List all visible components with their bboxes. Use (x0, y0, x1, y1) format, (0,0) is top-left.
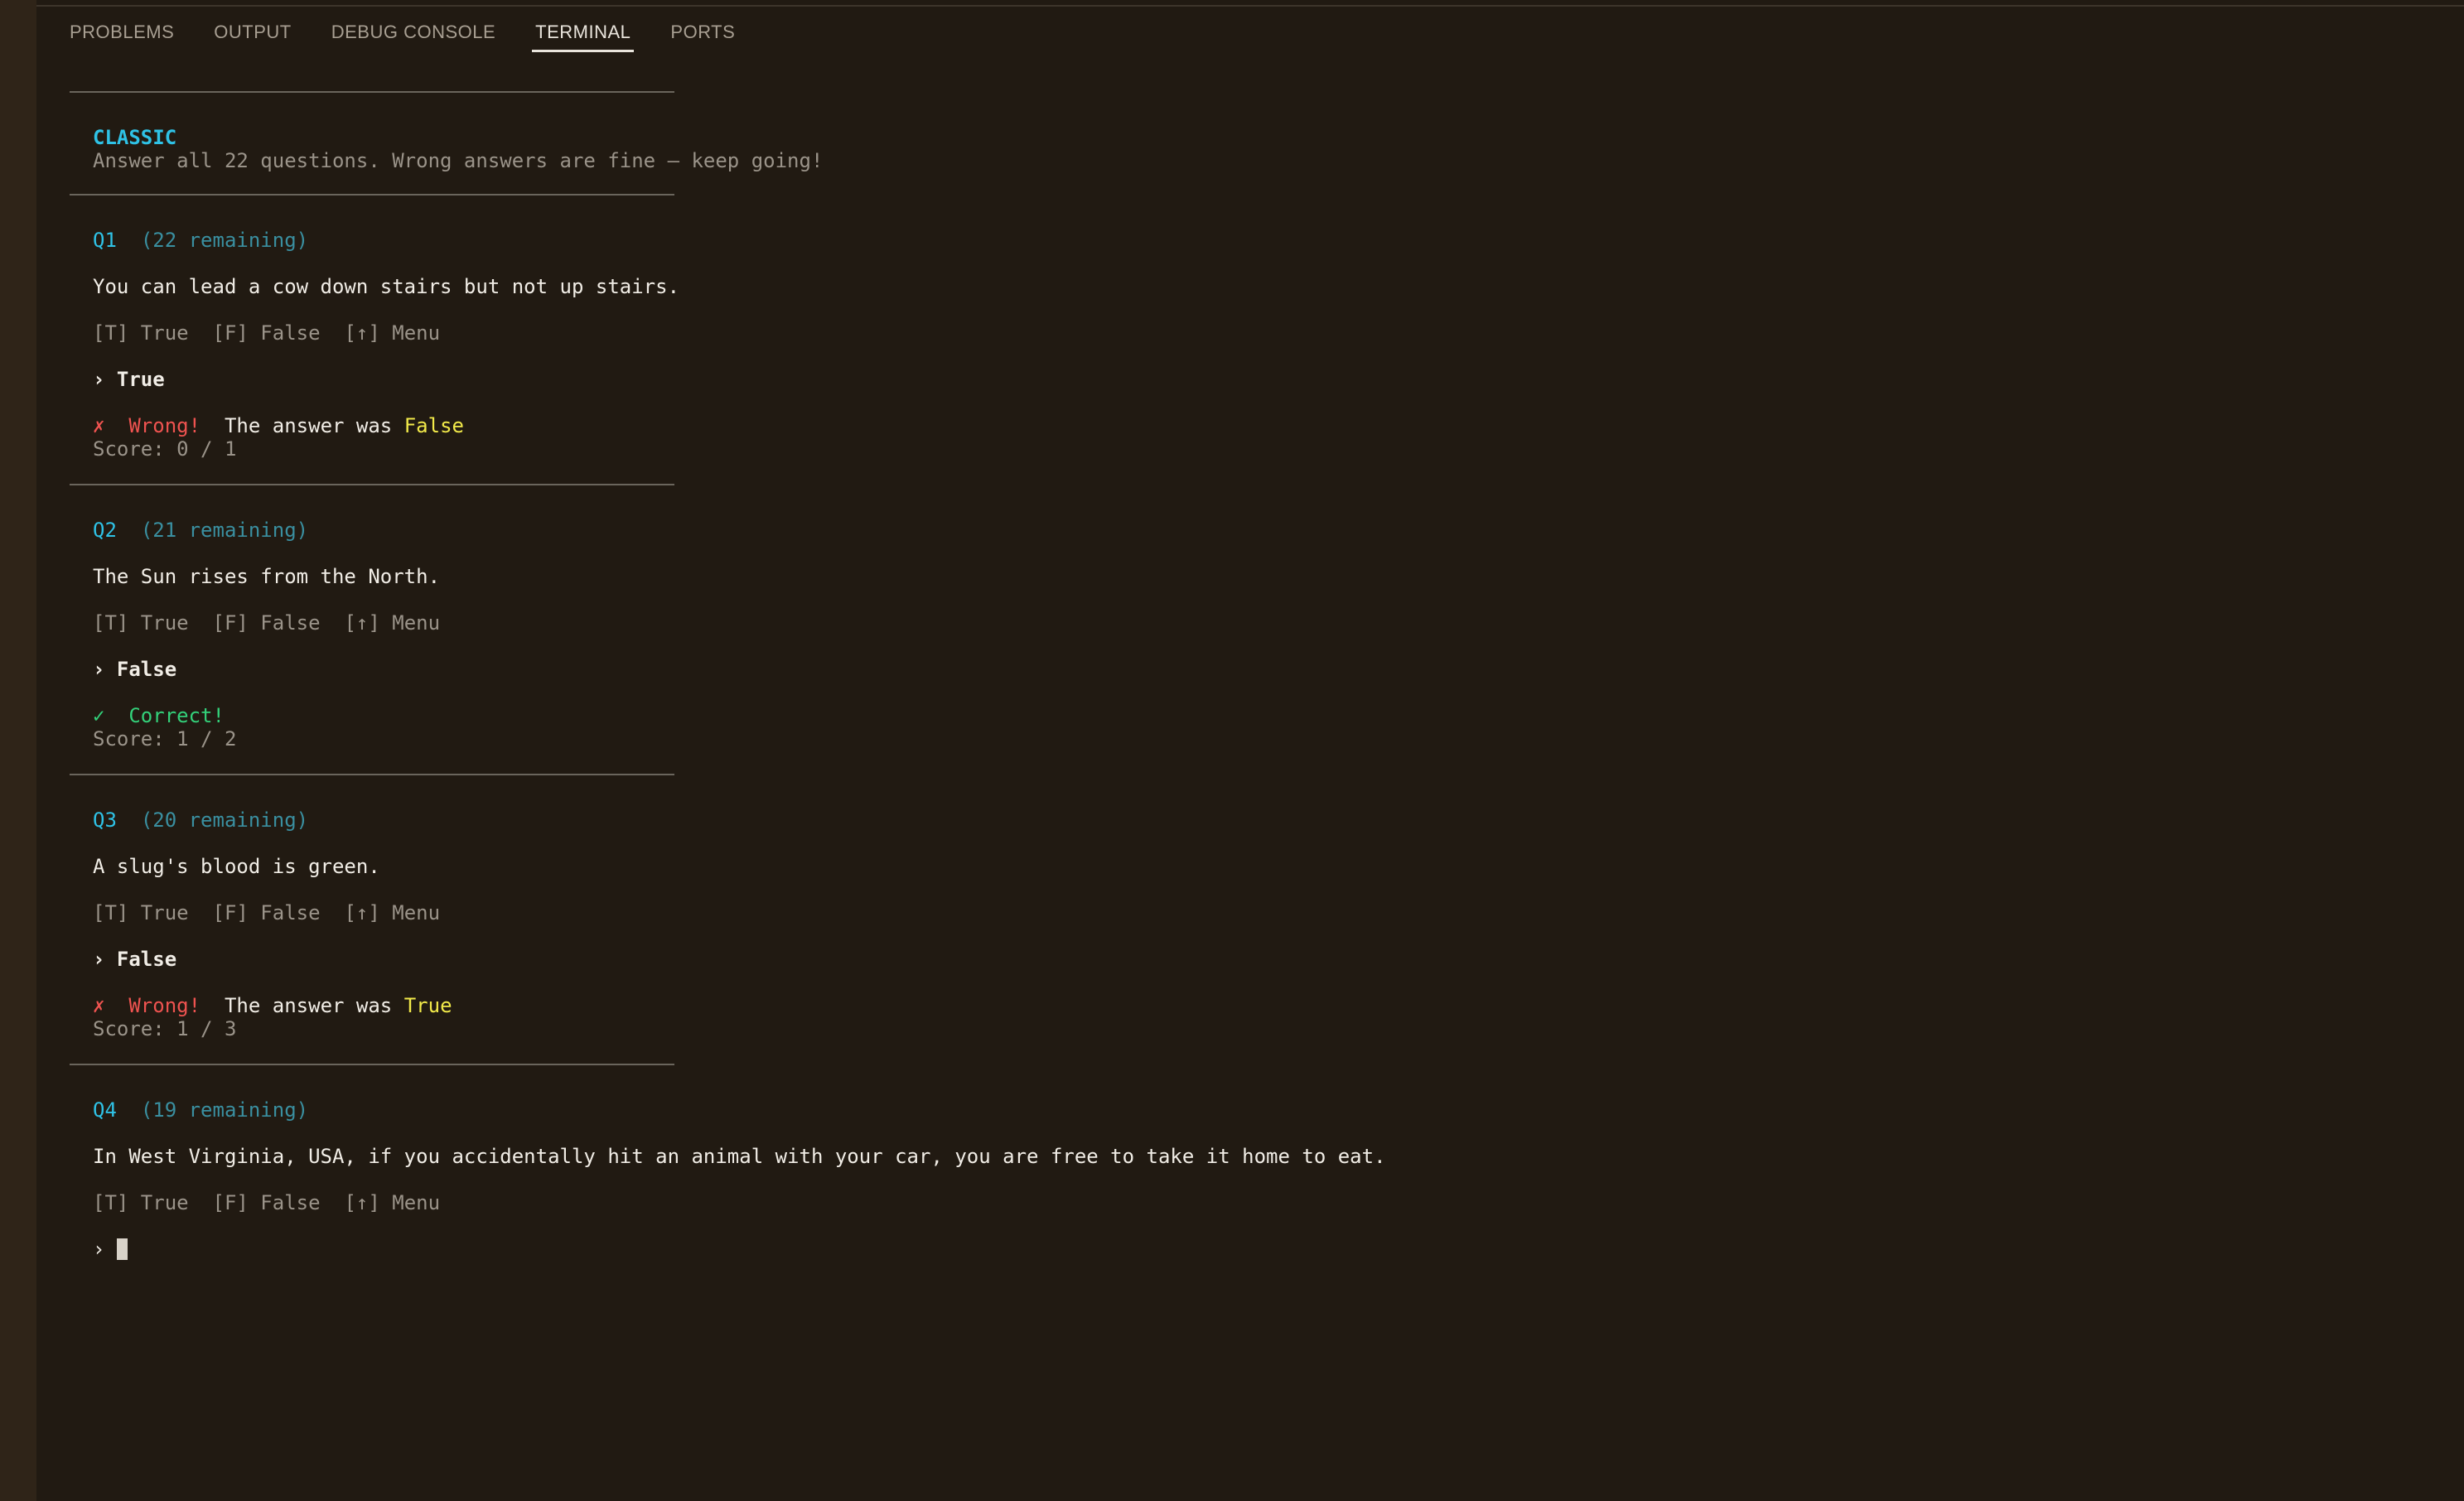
panel-top-border (36, 5, 2464, 7)
prompt-caret: › (93, 658, 105, 681)
hint-menu: [↑] Menu (344, 901, 441, 924)
answer-prefix: The answer was (224, 414, 393, 437)
key-hints: [T] True [F] False [↑] Menu (70, 1191, 2439, 1214)
terminal-panel: PROBLEMS OUTPUT DEBUG CONSOLE TERMINAL P… (36, 0, 2464, 1501)
key-hints: [T] True [F] False [↑] Menu (70, 321, 2439, 345)
terminal-output[interactable]: CLASSIC Answer all 22 questions. Wrong a… (70, 91, 2439, 1261)
result-label: Wrong! (128, 994, 201, 1017)
result-line: ✗ Wrong! The answer was False (70, 414, 2439, 437)
activity-bar-edge (0, 0, 37, 1501)
answer-value: False (116, 948, 177, 971)
remaining-count: (22 remaining) (140, 229, 309, 252)
mode-title: CLASSIC (93, 126, 177, 149)
tab-ports[interactable]: PORTS (670, 22, 735, 55)
result-line: ✗ Wrong! The answer was True (70, 994, 2439, 1017)
hint-true: [T] True (93, 611, 189, 635)
prompt-caret: › (93, 948, 105, 971)
question-text: You can lead a cow down stairs but not u… (93, 275, 680, 298)
question-number: Q3 (93, 808, 117, 832)
answer-value: False (116, 658, 177, 681)
hint-menu: [↑] Menu (344, 321, 441, 345)
panel-tabs: PROBLEMS OUTPUT DEBUG CONSOLE TERMINAL P… (70, 22, 775, 55)
hint-false: [F] False (212, 1191, 321, 1214)
check-icon: ✓ (93, 704, 105, 727)
question-number: Q2 (93, 519, 117, 542)
correct-answer: False (403, 414, 464, 437)
question-text: In West Virginia, USA, if you accidental… (93, 1145, 1386, 1168)
user-answer: › False (70, 948, 2439, 971)
result-line: ✓ Correct! (70, 704, 2439, 727)
question-number: Q1 (93, 229, 117, 252)
tab-terminal[interactable]: TERMINAL (532, 22, 635, 55)
cross-icon: ✗ (93, 414, 105, 437)
hint-menu: [↑] Menu (344, 611, 441, 635)
answer-value: True (116, 368, 165, 391)
result-label: Wrong! (128, 414, 201, 437)
question-text: A slug's blood is green. (93, 855, 380, 878)
hint-false: [F] False (212, 321, 321, 345)
user-answer: › False (70, 658, 2439, 681)
question-header: Q4 (19 remaining) (70, 1098, 2439, 1122)
remaining-count: (20 remaining) (140, 808, 309, 832)
hint-false: [F] False (212, 901, 321, 924)
question-header: Q1 (22 remaining) (70, 229, 2439, 252)
question-header: Q2 (21 remaining) (70, 519, 2439, 542)
hint-true: [T] True (93, 321, 189, 345)
tab-problems[interactable]: PROBLEMS (70, 22, 174, 55)
prompt-caret: › (93, 1238, 105, 1261)
correct-answer: True (403, 994, 452, 1017)
hint-true: [T] True (93, 901, 189, 924)
score-line: Score: 1 / 3 (93, 1017, 237, 1040)
input-prompt[interactable]: › (70, 1238, 2439, 1261)
hint-false: [F] False (212, 611, 321, 635)
prompt-caret: › (93, 368, 105, 391)
hint-menu: [↑] Menu (344, 1191, 441, 1214)
result-label: Correct! (128, 704, 225, 727)
tab-output[interactable]: OUTPUT (214, 22, 291, 55)
user-answer: › True (70, 368, 2439, 391)
question-number: Q4 (93, 1098, 117, 1122)
cross-icon: ✗ (93, 994, 105, 1017)
score-line: Score: 1 / 2 (93, 727, 237, 750)
mode-subtitle: Answer all 22 questions. Wrong answers a… (93, 149, 824, 172)
key-hints: [T] True [F] False [↑] Menu (70, 611, 2439, 635)
question-header: Q3 (20 remaining) (70, 808, 2439, 832)
terminal-cursor (116, 1238, 128, 1260)
score-line: Score: 0 / 1 (93, 437, 237, 461)
answer-prefix: The answer was (224, 994, 393, 1017)
tab-debug-console[interactable]: DEBUG CONSOLE (331, 22, 495, 55)
question-text: The Sun rises from the North. (93, 565, 441, 588)
remaining-count: (21 remaining) (140, 519, 309, 542)
key-hints: [T] True [F] False [↑] Menu (70, 901, 2439, 924)
remaining-count: (19 remaining) (140, 1098, 309, 1122)
hint-true: [T] True (93, 1191, 189, 1214)
